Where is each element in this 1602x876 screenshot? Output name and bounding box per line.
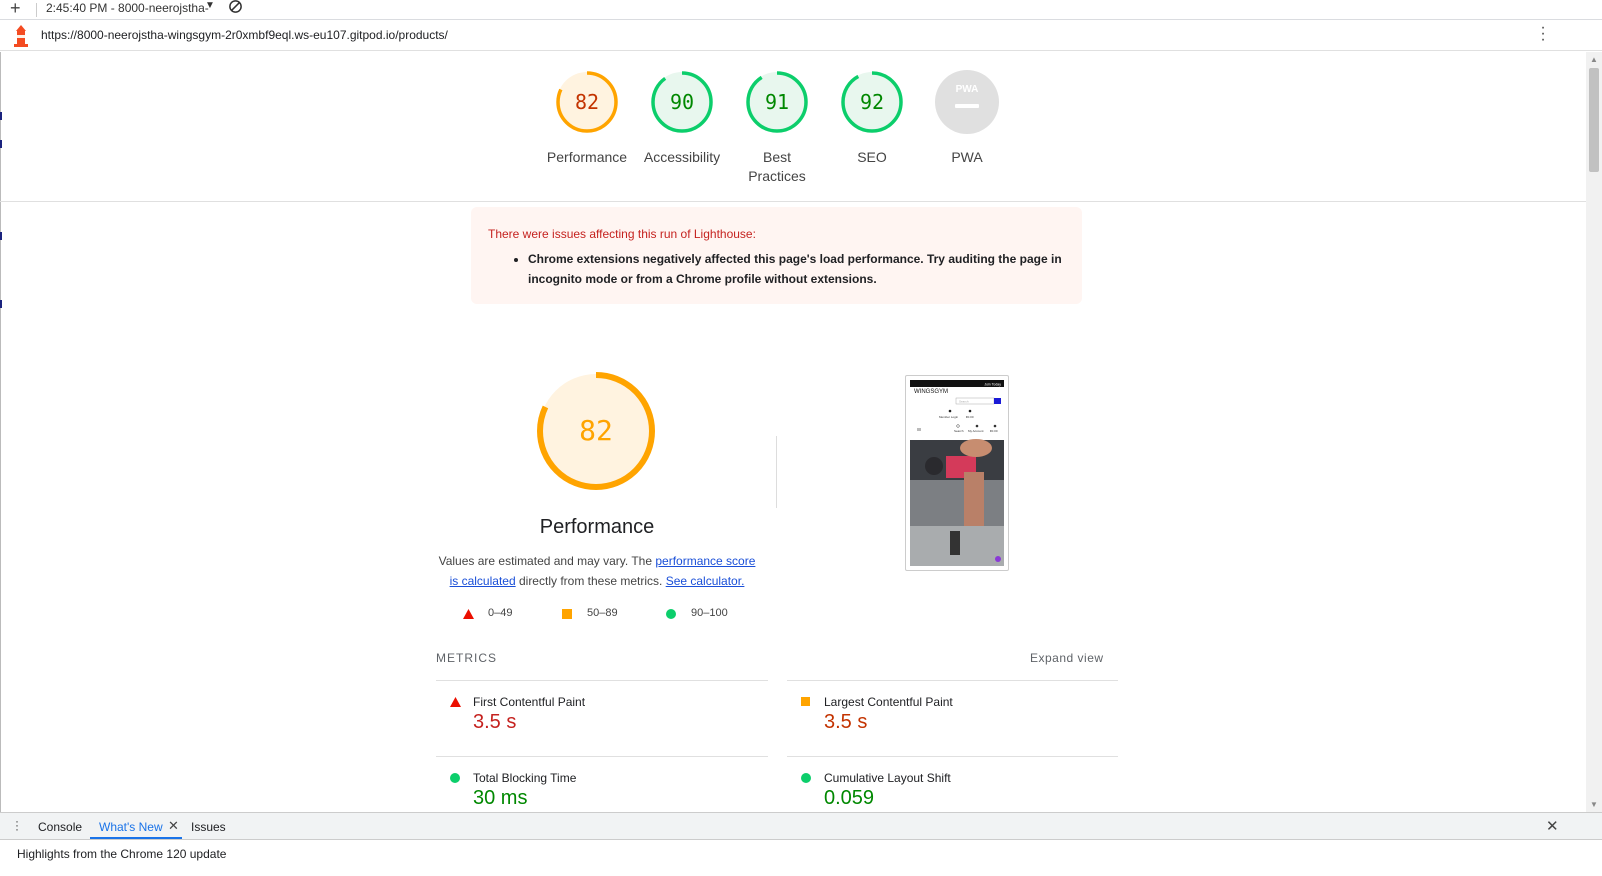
metric-value: 3.5 s <box>473 711 517 733</box>
final-screenshot[interactable]: Join Today WINGSGYM Search Member Login … <box>905 375 1009 571</box>
gauge-best-practices[interactable]: 91 Best Practices <box>729 70 825 186</box>
close-tab-icon[interactable]: ✕ <box>168 818 179 834</box>
screenshot-banner: Join Today <box>984 383 1001 387</box>
warning-list: Chrome extensions negatively affected th… <box>528 249 1065 289</box>
legend-pass-label: 90–100 <box>691 607 728 619</box>
left-marker <box>0 300 2 308</box>
metric-value: 30 ms <box>473 787 528 809</box>
screenshot-link: Member Login <box>939 415 959 419</box>
gauge-performance-ring: 82 <box>556 71 618 133</box>
section-divider <box>776 436 777 508</box>
plus-icon[interactable]: + <box>10 0 21 19</box>
drawer-tabbar: · · · Console What's New ✕ Issues ✕ <box>0 813 1602 840</box>
block-icon[interactable] <box>228 0 243 14</box>
circle-icon <box>666 609 676 619</box>
gauge-performance-value: 82 <box>575 90 599 114</box>
metrics-divider <box>787 680 1118 681</box>
metric-value: 0.059 <box>824 787 875 809</box>
gauge-best-practices-label: Best Practices <box>748 149 806 184</box>
screenshot-search: Search <box>959 400 969 404</box>
warning-item: Chrome extensions negatively affected th… <box>528 249 1065 289</box>
devtools-session-bar: + 2:45:40 PM - 8000-neerojstha- ▼ <box>0 0 1602 20</box>
report-url-bar: https://8000-neerojstha-wingsgym-2r0xmbf… <box>0 20 1602 51</box>
circle-icon <box>450 773 460 783</box>
chevron-down-icon[interactable]: ▼ <box>205 0 215 11</box>
legend-fail: 0–49 <box>463 607 512 619</box>
session-selector[interactable]: 2:45:40 PM - 8000-neerojstha- <box>46 1 209 15</box>
square-icon <box>801 697 810 706</box>
metric-name: Largest Contentful Paint <box>824 695 953 709</box>
legend-average-label: 50–89 <box>587 607 618 619</box>
lighthouse-icon <box>14 25 28 47</box>
close-drawer-icon[interactable]: ✕ <box>1546 817 1559 835</box>
square-icon <box>562 609 572 619</box>
active-tab-indicator <box>90 837 182 839</box>
performance-description: Values are estimated and may vary. The p… <box>436 551 758 591</box>
gauge-seo-value: 92 <box>860 90 884 114</box>
tab-issues[interactable]: Issues <box>191 820 226 834</box>
report-url[interactable]: https://8000-neerojstha-wingsgym-2r0xmbf… <box>41 28 448 42</box>
metrics-heading: METRICS <box>436 651 497 665</box>
triangle-icon <box>450 697 461 707</box>
expand-view-toggle[interactable]: Expand view <box>1030 651 1104 665</box>
metrics-divider <box>436 680 768 681</box>
performance-score-value: 82 <box>579 414 613 447</box>
scrollbar-thumb[interactable] <box>1589 68 1599 172</box>
gauge-performance-label: Performance <box>546 149 628 165</box>
gauge-seo-ring: 92 <box>841 71 903 133</box>
scroll-up-icon[interactable]: ▲ <box>1590 55 1598 64</box>
whats-new-heading: Highlights from the Chrome 120 update <box>17 847 227 861</box>
gauge-accessibility-label: Accessibility <box>643 149 721 165</box>
desc-text-1: Values are estimated and may vary. The <box>438 554 656 568</box>
metrics-divider <box>436 756 768 757</box>
divider <box>36 3 37 17</box>
gauge-pwa-label: PWA <box>951 149 983 165</box>
scroll-down-icon[interactable]: ▼ <box>1590 800 1598 809</box>
performance-title: Performance <box>539 516 655 538</box>
see-calculator-link[interactable]: See calculator. <box>666 574 745 588</box>
gauge-accessibility-ring: 90 <box>651 71 713 133</box>
gauge-performance[interactable]: 82 Performance <box>539 70 635 167</box>
category-gauges: 82 Performance 90 Accessibility 91 Best … <box>0 52 1586 202</box>
gauge-seo-label: SEO <box>857 149 887 165</box>
gauge-best-practices-value: 91 <box>765 90 789 114</box>
legend-fail-label: 0–49 <box>488 607 513 619</box>
run-warnings: There were issues affecting this run of … <box>471 207 1082 304</box>
screenshot-brand: WINGSGYM <box>914 389 948 395</box>
gauge-accessibility-value: 90 <box>670 90 694 114</box>
legend-pass: 90–100 <box>666 607 728 619</box>
gauge-seo[interactable]: 92 SEO <box>824 70 920 167</box>
warning-title: There were issues affecting this run of … <box>488 227 756 241</box>
metrics-divider <box>787 756 1118 757</box>
metric-name: First Contentful Paint <box>473 695 586 709</box>
screenshot-link: €0.00 <box>966 415 974 419</box>
performance-score-gauge: 82 <box>537 372 655 490</box>
left-marker <box>0 232 2 240</box>
more-options-icon[interactable]: · · · <box>1538 20 1548 48</box>
devtools-drawer: · · · Console What's New ✕ Issues ✕ Highli… <box>0 812 1602 876</box>
more-tabs-icon[interactable]: · · · <box>14 815 20 835</box>
screenshot-link: Search <box>954 429 964 433</box>
pwa-icon: PWA <box>935 70 999 134</box>
metric-name: Total Blocking Time <box>473 771 577 785</box>
circle-icon <box>801 773 811 783</box>
tab-whats-new[interactable]: What's New <box>99 820 163 834</box>
tab-console[interactable]: Console <box>38 820 82 834</box>
screenshot-link: €0.00 <box>990 429 998 433</box>
desc-text-2: directly from these metrics. <box>515 574 666 588</box>
triangle-icon <box>463 609 474 619</box>
screenshot-link: My Account <box>968 429 984 433</box>
legend-average: 50–89 <box>562 607 618 619</box>
svg-text:PWA: PWA <box>956 84 979 95</box>
page-screenshot-image: Join Today WINGSGYM Search Member Login … <box>910 380 1004 566</box>
metric-value: 3.5 s <box>824 711 868 733</box>
gauge-best-practices-ring: 91 <box>746 71 808 133</box>
vertical-scrollbar[interactable]: ▲ ▼ <box>1586 52 1602 812</box>
gauge-accessibility[interactable]: 90 Accessibility <box>634 70 730 167</box>
metric-name: Cumulative Layout Shift <box>824 771 951 785</box>
gauge-pwa[interactable]: PWA PWA <box>919 70 1015 167</box>
